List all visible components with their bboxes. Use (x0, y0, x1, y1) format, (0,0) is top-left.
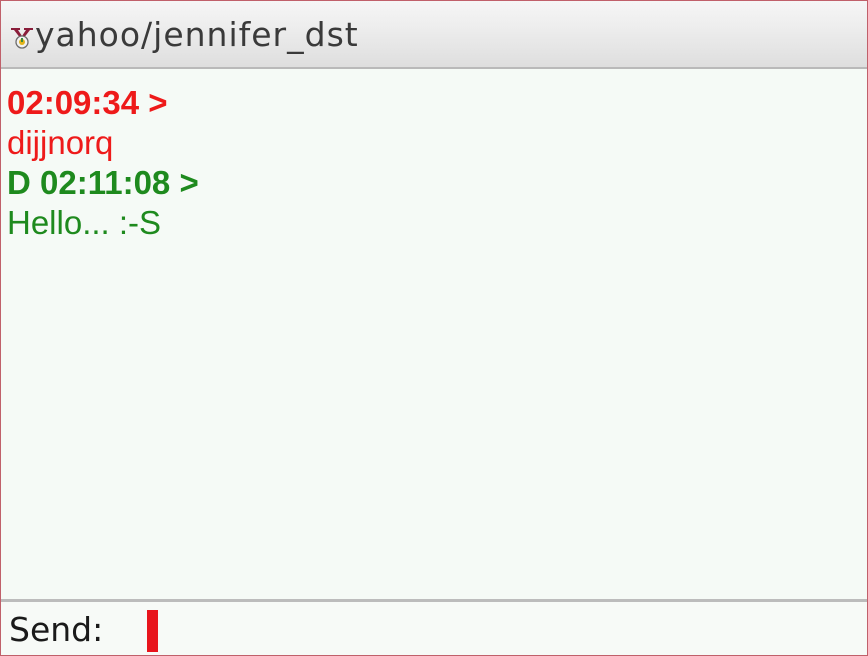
title-bar: yahoo/jennifer_dst (1, 1, 867, 69)
message-list: 02:09:34 > dijjnorq D 02:11:08 > Hello..… (7, 83, 857, 593)
send-label: Send: (9, 610, 104, 649)
send-input[interactable] (143, 604, 859, 654)
message-text: Hello... :-S (7, 204, 162, 241)
text-caret (147, 610, 158, 652)
message-item: D 02:11:08 > Hello... :-S (7, 163, 857, 243)
message-timestamp: 02:09:34 > (7, 84, 168, 121)
message-text: dijjnorq (7, 124, 114, 161)
chat-title: yahoo/jennifer_dst (35, 15, 359, 54)
send-bar: Send: (1, 602, 867, 655)
message-item: 02:09:34 > dijjnorq (7, 83, 857, 163)
chat-window: yahoo/jennifer_dst 02:09:34 > dijjnorq D… (0, 0, 868, 656)
yahoo-messenger-icon (11, 28, 33, 49)
message-timestamp: D 02:11:08 > (7, 164, 199, 201)
